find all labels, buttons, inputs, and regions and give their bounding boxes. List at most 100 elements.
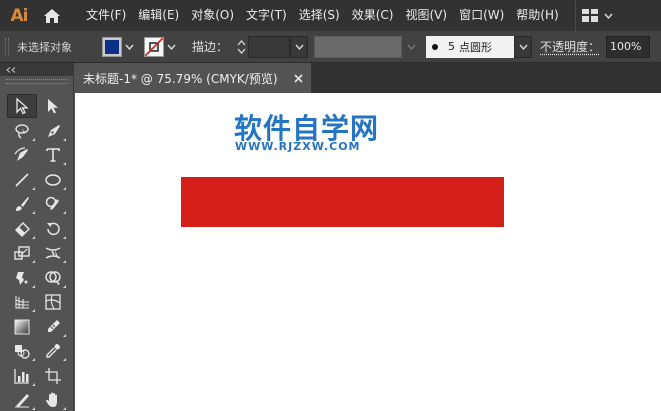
chevron-down-icon	[406, 44, 416, 50]
stepper-arrows-icon	[237, 39, 246, 54]
control-bar: 未选择对象 描边： 5 点圆形 不透明度： 100%	[0, 31, 661, 63]
tools-panel-grip[interactable]	[5, 79, 68, 84]
tools-panel	[0, 63, 74, 411]
tools-panel-header[interactable]	[0, 63, 73, 76]
artboard-tool-icon[interactable]	[38, 364, 68, 388]
menu-edit[interactable]: 编辑(E)	[132, 0, 185, 31]
tool-group-indicator	[32, 284, 35, 288]
gradient-tool-icon[interactable]	[7, 315, 37, 339]
stroke-weight-label[interactable]: 描边：	[192, 38, 228, 55]
tool-group-indicator	[32, 260, 35, 263]
opacity-input[interactable]: 100%	[606, 35, 651, 58]
width-tool-icon[interactable]	[38, 241, 68, 265]
scale-tool-icon[interactable]	[7, 241, 37, 265]
graph-tool-icon[interactable]	[7, 364, 37, 388]
menu-type[interactable]: 文字(T)	[240, 0, 293, 31]
lasso-tool-icon[interactable]	[7, 119, 37, 143]
type-tool-icon[interactable]	[38, 143, 68, 167]
tool-group-indicator	[32, 382, 35, 386]
puppet-warp-tool-icon[interactable]	[7, 266, 37, 290]
tool-group-indicator	[32, 358, 35, 361]
tool-group-indicator	[63, 137, 66, 141]
stroke-dropdown[interactable]	[164, 37, 178, 57]
paintbrush-tool-icon[interactable]	[7, 192, 37, 216]
stroke-weight-stepper[interactable]	[234, 36, 248, 58]
variable-width-profile[interactable]	[314, 35, 403, 58]
menu-view[interactable]: 视图(V)	[399, 0, 453, 31]
slice-tool-icon[interactable]	[7, 388, 37, 411]
watermark-url: WWW.RJZXW.COM	[235, 140, 361, 153]
tool-group-indicator	[63, 284, 66, 288]
fill-swatch[interactable]	[102, 36, 122, 57]
no-stroke-icon	[145, 37, 163, 56]
eyedropper-alt-tool-icon[interactable]	[38, 315, 68, 339]
workspace-grid-icon	[581, 9, 598, 22]
fill-color	[105, 39, 119, 54]
menu-file[interactable]: 文件(F)	[80, 0, 132, 31]
curvature-tool-icon[interactable]	[7, 143, 37, 167]
shaper-tool-icon[interactable]	[38, 192, 68, 216]
selection-tool-icon[interactable]	[7, 94, 37, 118]
eyedropper-tool-icon[interactable]	[38, 339, 68, 363]
tool-group-indicator	[32, 137, 35, 141]
opacity-label[interactable]: 不透明度：	[540, 38, 600, 55]
home-icon[interactable]	[34, 0, 70, 31]
blend-tool-icon[interactable]	[7, 339, 37, 363]
perspective-grid-tool-icon[interactable]	[7, 290, 37, 314]
menu-help[interactable]: 帮助(H)	[510, 0, 564, 31]
workspace-switcher[interactable]	[574, 0, 613, 31]
brush-dropdown[interactable]	[514, 35, 533, 58]
tool-group-indicator	[63, 162, 66, 165]
app-logo: Ai	[10, 5, 29, 26]
ellipse-tool-icon[interactable]	[38, 168, 68, 192]
selection-status: 未选择对象	[17, 40, 72, 54]
brush-size: 5	[448, 40, 456, 53]
menu-window[interactable]: 窗口(W)	[453, 0, 510, 31]
line-tool-icon[interactable]	[7, 168, 37, 192]
direct-selection-tool-icon[interactable]	[38, 94, 68, 118]
tool-grid	[7, 94, 68, 411]
menu-select[interactable]: 选择(S)	[293, 0, 346, 31]
menu-bar: Ai 文件(F) 编辑(E) 对象(O) 文字(T) 选择(S) 效果(C) 视…	[0, 0, 661, 31]
stroke-weight-input[interactable]	[248, 35, 291, 58]
brush-definition[interactable]: 5 点圆形	[426, 35, 515, 58]
fill-dropdown[interactable]	[122, 37, 136, 57]
tool-group-indicator	[63, 260, 66, 263]
panel-grip[interactable]	[5, 37, 9, 56]
chevron-down-icon	[294, 44, 304, 50]
chevron-down-icon	[166, 44, 176, 50]
document-tab-title: 未标题-1* @ 75.79% (CMYK/预览)	[83, 71, 278, 86]
tool-group-indicator	[63, 358, 66, 361]
brush-dot-icon	[432, 43, 439, 50]
hand-tool-icon[interactable]	[38, 388, 68, 411]
shape-builder-tool-icon[interactable]	[38, 266, 68, 290]
document-tab-bar: 未标题-1* @ 75.79% (CMYK/预览)	[75, 63, 661, 93]
mesh-tool-icon[interactable]	[38, 290, 68, 314]
tool-group-indicator	[63, 186, 66, 190]
pen-tool-icon[interactable]	[38, 119, 68, 143]
chevron-down-icon	[124, 44, 134, 50]
chevron-down-icon	[518, 44, 528, 50]
artboard-canvas[interactable]: 软件自学网 WWW.RJZXW.COM	[75, 93, 661, 411]
tool-group-indicator	[32, 186, 35, 190]
tool-group-indicator	[32, 309, 35, 312]
tool-group-indicator	[63, 211, 66, 214]
variable-width-dropdown[interactable]	[402, 36, 420, 58]
tool-group-indicator	[32, 211, 35, 214]
eraser-tool-icon[interactable]	[7, 217, 37, 241]
menu-effect[interactable]: 效果(C)	[346, 0, 400, 31]
menu-object[interactable]: 对象(O)	[185, 0, 240, 31]
tool-group-indicator	[63, 407, 66, 410]
red-rectangle[interactable]	[181, 177, 504, 227]
tool-group-indicator	[63, 333, 66, 337]
collapse-panel-icon	[6, 66, 16, 73]
tool-group-indicator	[32, 407, 35, 410]
stroke-weight-dropdown[interactable]	[290, 35, 309, 58]
chevron-down-icon	[604, 13, 613, 19]
rotate-tool-icon[interactable]	[38, 217, 68, 241]
document-tab[interactable]: 未标题-1* @ 75.79% (CMYK/预览)	[75, 63, 311, 93]
tool-group-indicator	[32, 235, 35, 239]
stroke-swatch[interactable]	[144, 36, 164, 57]
close-icon[interactable]	[294, 73, 303, 83]
tool-group-indicator	[63, 235, 66, 239]
